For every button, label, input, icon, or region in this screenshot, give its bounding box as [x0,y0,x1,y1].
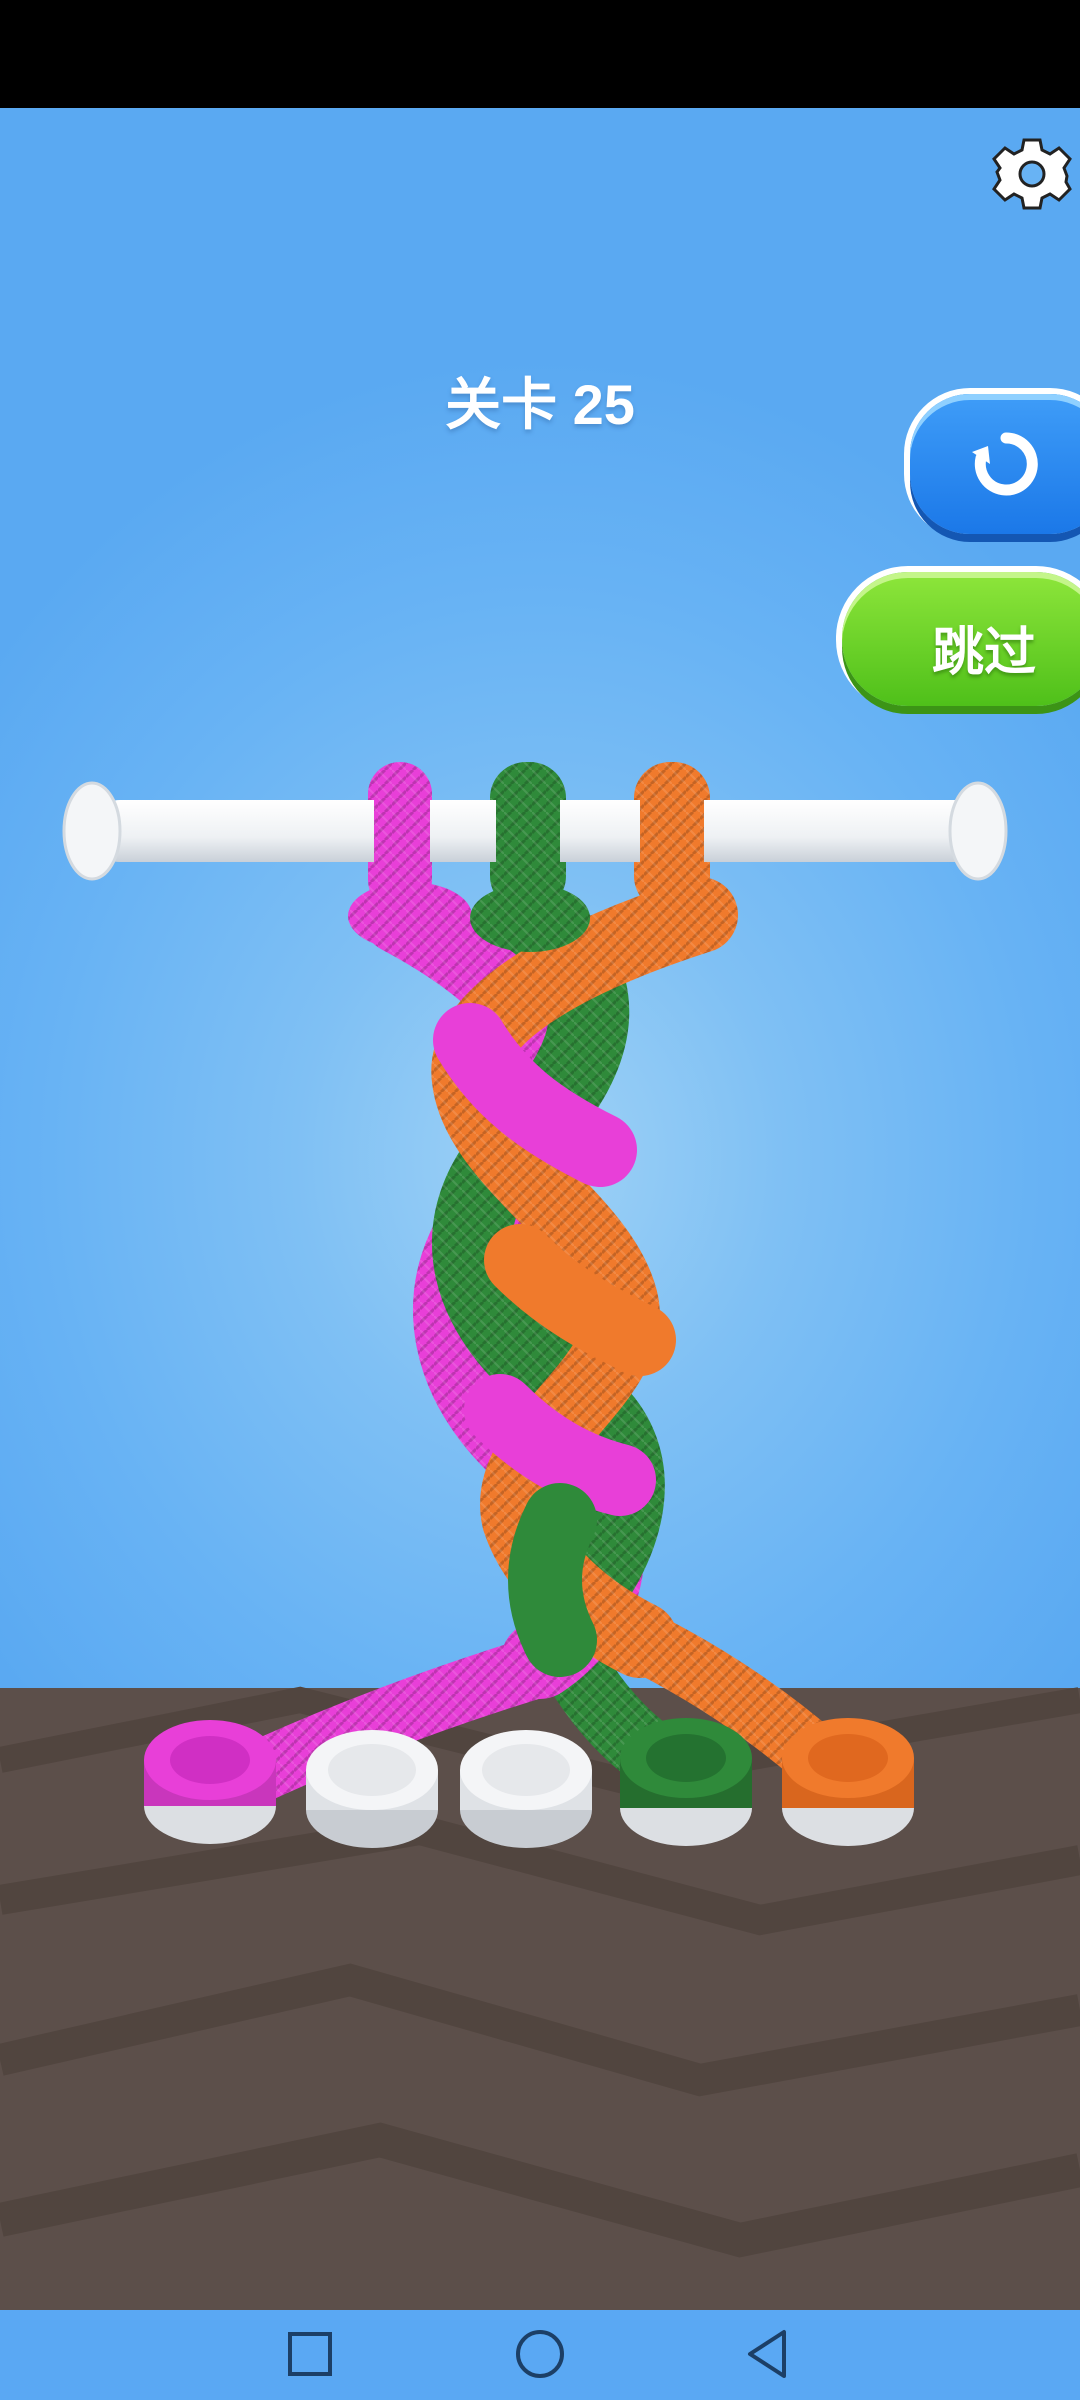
undo-button[interactable] [910,394,1080,534]
status-bar [0,0,1080,108]
circle-icon[interactable] [514,2328,566,2380]
triangle-back-icon[interactable] [744,2328,792,2380]
gear-icon [992,138,1072,210]
peg-4-green[interactable] [620,1718,752,1846]
system-nav-bar [0,2310,1080,2400]
peg-2-empty[interactable] [306,1730,438,1848]
peg-1-pink[interactable] [144,1720,276,1844]
braid [361,875,738,1699]
settings-button[interactable] [990,132,1074,216]
peg-3-empty[interactable] [460,1730,592,1848]
undo-icon [972,432,1038,496]
skip-button[interactable]: 跳过 [842,572,1080,706]
skip-label: 跳过 [932,624,1037,682]
square-icon[interactable] [286,2328,334,2380]
game-area: 关卡 25 跳过 [0,108,1080,2310]
peg-5-orange[interactable] [782,1718,914,1846]
